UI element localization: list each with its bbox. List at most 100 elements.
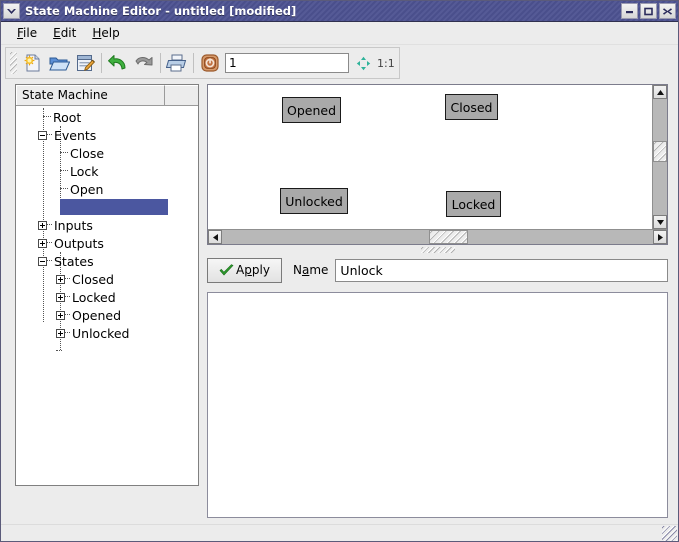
tree-expander-plus-icon[interactable] bbox=[38, 221, 47, 230]
redo-button[interactable] bbox=[131, 50, 157, 76]
tree-node-selected-new[interactable] bbox=[16, 198, 198, 216]
apply-button[interactable]: Apply bbox=[207, 258, 282, 283]
toolbar-separator bbox=[193, 53, 194, 73]
toolbar-drag-handle[interactable] bbox=[10, 52, 17, 74]
state-box-opened[interactable]: Opened bbox=[282, 97, 341, 123]
editor-right-side: Opened Closed Unlocked Locked bbox=[207, 84, 668, 518]
tree-expander-plus-icon[interactable] bbox=[56, 293, 65, 302]
tree-node-states[interactable]: States bbox=[16, 252, 198, 270]
tree-expander-plus-icon[interactable] bbox=[56, 329, 65, 338]
tree-expander-plus-icon[interactable] bbox=[56, 275, 65, 284]
tree-node-closed[interactable]: Closed bbox=[16, 270, 198, 288]
tree-column-header-extra[interactable] bbox=[165, 85, 198, 105]
scroll-right-button[interactable] bbox=[653, 230, 667, 244]
tree-node-root[interactable]: Root bbox=[16, 108, 198, 126]
state-box-unlocked[interactable]: Unlocked bbox=[280, 188, 348, 214]
power-stop-icon bbox=[199, 52, 221, 74]
printer-icon bbox=[166, 52, 188, 74]
detail-editor-panel[interactable] bbox=[207, 292, 668, 518]
zoom-fit-button[interactable] bbox=[353, 50, 373, 76]
menu-help[interactable]: Help bbox=[84, 24, 127, 42]
triangle-left-icon bbox=[212, 233, 219, 242]
tree-node-outputs[interactable]: Outputs bbox=[16, 234, 198, 252]
tree-node-label: Closed bbox=[71, 272, 114, 287]
window-menu-button[interactable] bbox=[3, 3, 20, 19]
main-body: State Machine Root E bbox=[1, 81, 678, 524]
maximize-button[interactable] bbox=[640, 3, 657, 19]
diagram-canvas-panel: Opened Closed Unlocked Locked bbox=[207, 84, 668, 245]
diagram-canvas[interactable]: Opened Closed Unlocked Locked bbox=[208, 85, 652, 229]
vertical-scroll-thumb[interactable] bbox=[653, 141, 667, 162]
tree-node-events[interactable]: Events bbox=[16, 126, 198, 144]
green-diamond-icon bbox=[356, 56, 371, 71]
window-controls bbox=[620, 3, 677, 19]
redo-arrow-icon bbox=[133, 52, 155, 74]
undo-button[interactable] bbox=[105, 50, 131, 76]
save-edit-icon bbox=[74, 52, 96, 74]
tree-body[interactable]: Root Events Close bbox=[16, 106, 198, 485]
stop-button[interactable] bbox=[197, 50, 223, 76]
canvas-vertical-scrollbar[interactable] bbox=[652, 85, 667, 229]
tree-node-label: Opened bbox=[71, 308, 121, 323]
canvas-row: Opened Closed Unlocked Locked bbox=[208, 85, 667, 229]
print-button[interactable] bbox=[164, 50, 190, 76]
horizontal-scroll-track[interactable] bbox=[222, 230, 653, 244]
scroll-up-button[interactable] bbox=[653, 85, 667, 99]
tree-connector bbox=[60, 152, 68, 154]
tree-node-open[interactable]: Open bbox=[16, 180, 198, 198]
window-title: State Machine Editor - untitled [modifie… bbox=[25, 4, 620, 18]
apply-button-label: Apply bbox=[236, 263, 270, 277]
status-bar bbox=[1, 524, 678, 541]
scroll-down-button[interactable] bbox=[653, 215, 667, 229]
state-box-label: Opened bbox=[287, 103, 336, 118]
save-button[interactable] bbox=[72, 50, 98, 76]
horizontal-scroll-thumb[interactable] bbox=[429, 230, 468, 244]
scroll-left-button[interactable] bbox=[208, 230, 222, 244]
window-resize-grip[interactable] bbox=[662, 526, 677, 541]
tree-column-header-name[interactable]: State Machine bbox=[16, 85, 165, 105]
canvas-horizontal-scrollbar[interactable] bbox=[208, 229, 667, 244]
tree-node-lock[interactable]: Lock bbox=[16, 162, 198, 180]
vertical-scroll-track[interactable] bbox=[653, 99, 667, 215]
application-window: State Machine Editor - untitled [modifie… bbox=[0, 0, 679, 542]
tree-node-label: Close bbox=[69, 146, 104, 161]
tree-node-label: Locked bbox=[71, 290, 116, 305]
open-button[interactable] bbox=[46, 50, 72, 76]
toolbar-row: 1:1 bbox=[1, 45, 678, 81]
state-machine-tree-panel: State Machine Root E bbox=[15, 84, 199, 486]
tree-node-opened[interactable]: Opened bbox=[16, 306, 198, 324]
tree-node-label: Root bbox=[52, 110, 81, 125]
tree-node-locked[interactable]: Locked bbox=[16, 288, 198, 306]
tree-node-label: Inputs bbox=[53, 218, 93, 233]
new-button[interactable] bbox=[20, 50, 46, 76]
tree-connector bbox=[65, 332, 70, 334]
state-box-closed[interactable]: Closed bbox=[445, 94, 498, 120]
tree-expander-plus-icon[interactable] bbox=[38, 239, 47, 248]
menu-edit[interactable]: Edit bbox=[45, 24, 84, 42]
tree-expander-plus-icon[interactable] bbox=[56, 311, 65, 320]
tree-node-label: States bbox=[53, 254, 94, 269]
tree-connector bbox=[47, 134, 52, 136]
maximize-icon bbox=[643, 7, 654, 16]
zoom-input[interactable] bbox=[225, 53, 349, 73]
tree-node-close[interactable]: Close bbox=[16, 144, 198, 162]
tree-node-label: Unlocked bbox=[71, 326, 129, 341]
tree-expander-minus-icon[interactable] bbox=[38, 131, 47, 140]
minimize-button[interactable] bbox=[621, 3, 638, 19]
close-button[interactable] bbox=[659, 3, 676, 19]
name-field-label: Name bbox=[293, 263, 328, 277]
triangle-down-icon bbox=[656, 219, 665, 226]
tree-node-unlocked[interactable]: Unlocked bbox=[16, 324, 198, 342]
new-document-icon bbox=[22, 52, 44, 74]
triangle-right-icon bbox=[657, 233, 664, 242]
state-box-label: Closed bbox=[451, 100, 493, 115]
menu-file[interactable]: File bbox=[9, 24, 45, 42]
name-input[interactable] bbox=[335, 259, 668, 282]
state-box-locked[interactable]: Locked bbox=[446, 191, 501, 217]
tree-node-inputs[interactable]: Inputs bbox=[16, 216, 198, 234]
tree-connector bbox=[43, 116, 51, 118]
horizontal-splitter[interactable] bbox=[207, 245, 668, 255]
tree-expander-minus-icon[interactable] bbox=[38, 257, 47, 266]
splitter-grip-icon bbox=[421, 247, 455, 253]
title-bar: State Machine Editor - untitled [modifie… bbox=[1, 1, 678, 22]
